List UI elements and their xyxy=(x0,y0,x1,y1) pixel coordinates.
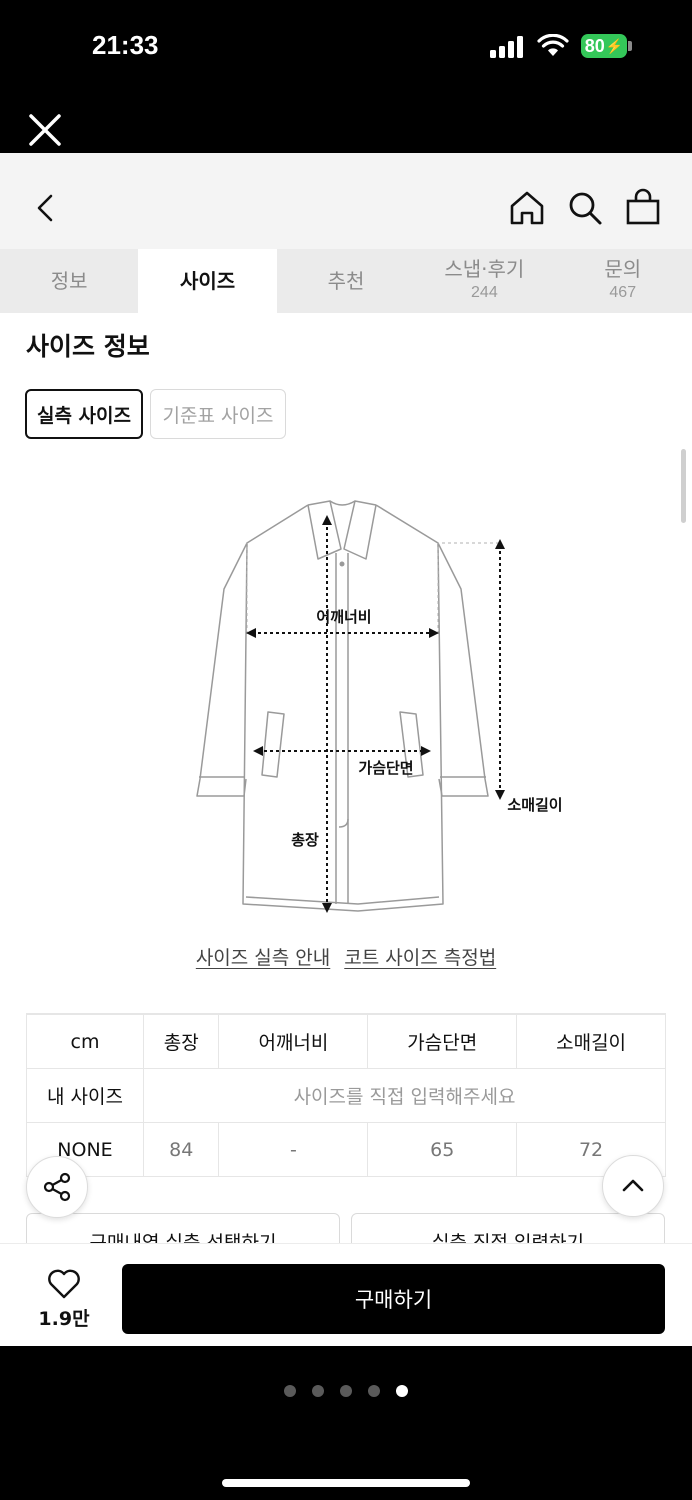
heart-icon[interactable] xyxy=(47,1269,81,1299)
tab-label: 스냅·후기 xyxy=(444,257,525,281)
charging-bolt-icon: ⚡ xyxy=(605,37,624,54)
coat-button xyxy=(339,561,345,567)
sleeve-arrow-bottom xyxy=(495,790,505,800)
chest-arrow-right xyxy=(421,746,431,756)
label-shoulder: 어깨너비 xyxy=(316,608,371,626)
table-header-cell: 소매길이 xyxy=(516,1013,666,1069)
size-table: cm 총장 어깨너비 가슴단면 소매길이 내 사이즈 사이즈를 직접 입력해주세… xyxy=(26,1013,666,1177)
table-header-cell: 가슴단면 xyxy=(367,1013,518,1069)
search-icon[interactable] xyxy=(566,189,604,227)
label-length: 총장 xyxy=(291,831,319,849)
actual-size-button[interactable]: 실측 사이즈 xyxy=(25,389,143,439)
tab-label: 문의 xyxy=(604,257,642,281)
product-sheet: 정보 사이즈 추천 스냅·후기 244 문의 467 사이즈 정보 실측 사이즈… xyxy=(0,153,692,1346)
home-icon[interactable] xyxy=(508,189,546,227)
coat-left-sleeve xyxy=(196,542,248,797)
standard-size-button[interactable]: 기준표 사이즈 xyxy=(150,389,286,439)
my-size-row: 내 사이즈 사이즈를 직접 입력해주세요 xyxy=(26,1068,666,1123)
tab-label: 사이즈 xyxy=(179,269,236,293)
tab-count: 467 xyxy=(609,284,637,301)
coat-left-pocket xyxy=(261,711,285,778)
close-icon[interactable] xyxy=(28,113,62,147)
coat-right-sleeve xyxy=(437,542,489,797)
coat-placket xyxy=(335,553,349,904)
tab-snap-review[interactable]: 스냅·후기 244 xyxy=(415,249,553,313)
coat-collar-left xyxy=(307,500,342,560)
section-title: 사이즈 정보 xyxy=(26,332,150,361)
shopping-bag-icon[interactable] xyxy=(624,187,662,227)
size-guide-link[interactable]: 사이즈 실측 안내 xyxy=(196,943,330,970)
coat-collar-back xyxy=(329,500,356,506)
table-header-row: cm 총장 어깨너비 가슴단면 소매길이 xyxy=(26,1013,666,1069)
page-dot[interactable] xyxy=(340,1385,352,1397)
tab-count: 244 xyxy=(471,284,498,301)
chest-arrow-left xyxy=(253,746,263,756)
tab-label: 정보 xyxy=(50,269,88,293)
like-count: 1.9만 xyxy=(38,1308,90,1330)
coat-measure-link[interactable]: 코트 사이즈 측정법 xyxy=(344,943,496,970)
table-header-cell: 총장 xyxy=(142,1013,220,1069)
home-indicator[interactable] xyxy=(222,1479,470,1487)
scroll-top-button[interactable] xyxy=(602,1155,664,1217)
tab-info[interactable]: 정보 xyxy=(0,249,138,313)
table-header-cell: cm xyxy=(26,1013,144,1069)
battery-indicator: 80 ⚡ xyxy=(581,34,627,58)
coat-hem-line xyxy=(245,896,440,905)
share-button[interactable] xyxy=(26,1156,88,1218)
length-arrow-top xyxy=(322,515,332,525)
page-indicator xyxy=(0,1385,692,1397)
tab-size[interactable]: 사이즈 xyxy=(138,249,277,313)
size-guide-links: 사이즈 실측 안내 코트 사이즈 측정법 xyxy=(0,943,692,970)
tab-recommend[interactable]: 추천 xyxy=(277,249,415,313)
shoulder-arrow-right xyxy=(429,628,439,638)
chevron-up-icon xyxy=(622,1179,644,1192)
back-icon[interactable] xyxy=(34,193,56,223)
page-dot-active[interactable] xyxy=(396,1385,408,1397)
length-arrow-bottom xyxy=(322,903,332,913)
sleeve-arrow-top xyxy=(495,539,505,549)
battery-tip xyxy=(628,41,632,51)
tab-inquiry[interactable]: 문의 467 xyxy=(554,249,692,313)
shoulder-arrow-left xyxy=(246,628,256,638)
label-sleeve: 소매길이 xyxy=(507,796,562,814)
coat-size-diagram: 어깨너비 가슴단면 소매길이 총장 xyxy=(196,500,563,913)
my-size-input[interactable]: 사이즈를 직접 입력해주세요 xyxy=(143,1068,666,1123)
table-cell: 84 xyxy=(142,1122,220,1177)
cellular-signal-icon xyxy=(490,36,523,58)
battery-level: 80 xyxy=(584,35,605,56)
wifi-icon xyxy=(537,34,569,56)
my-size-label: 내 사이즈 xyxy=(26,1068,144,1123)
coat-collar-right xyxy=(343,500,377,560)
page-dot[interactable] xyxy=(368,1385,380,1397)
buy-button[interactable]: 구매하기 xyxy=(122,1264,665,1334)
coat-placket-curve xyxy=(338,818,349,828)
purchase-bar: 1.9만 구매하기 xyxy=(0,1243,692,1346)
page-dot[interactable] xyxy=(312,1385,324,1397)
table-row: NONE 84 - 65 72 xyxy=(26,1122,666,1177)
product-tabs: 정보 사이즈 추천 스냅·후기 244 문의 467 xyxy=(0,249,692,313)
share-icon xyxy=(43,1172,71,1202)
table-cell: - xyxy=(218,1122,369,1177)
top-navigation xyxy=(0,153,692,249)
scrollbar[interactable] xyxy=(681,449,686,523)
table-cell: 65 xyxy=(367,1122,518,1177)
status-time: 21:33 xyxy=(92,30,159,60)
label-chest: 가슴단면 xyxy=(358,759,413,777)
table-header-cell: 어깨너비 xyxy=(218,1013,369,1069)
page-dot[interactable] xyxy=(284,1385,296,1397)
tab-label: 추천 xyxy=(327,269,365,293)
